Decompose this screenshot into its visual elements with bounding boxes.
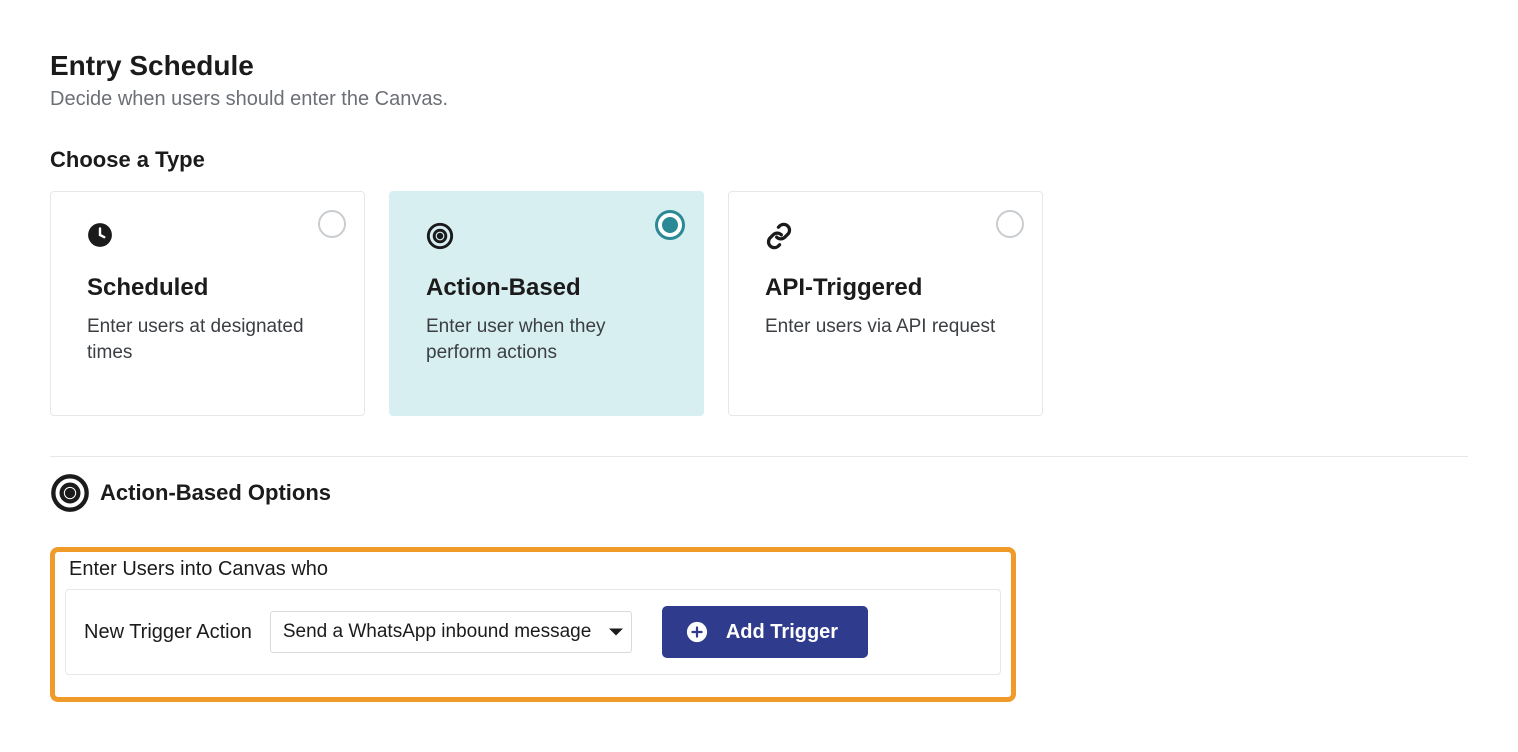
action-based-options-header: Action-Based Options [50, 473, 1468, 513]
type-card-scheduled[interactable]: Scheduled Enter users at designated time… [50, 191, 365, 416]
card-title-action-based: Action-Based [426, 274, 667, 302]
entry-schedule-title: Entry Schedule [50, 50, 1468, 82]
plus-circle-icon [686, 621, 708, 643]
radio-scheduled[interactable] [318, 210, 346, 238]
target-icon [50, 473, 90, 513]
type-cards: Scheduled Enter users at designated time… [50, 191, 1468, 416]
type-card-action-based[interactable]: Action-Based Enter user when they perfor… [389, 191, 704, 416]
link-icon [765, 222, 1006, 252]
card-desc-action-based: Enter user when they perform actions [426, 314, 667, 365]
new-trigger-action-label: New Trigger Action [84, 621, 252, 644]
clock-icon [87, 222, 328, 252]
chevron-down-icon [609, 629, 623, 636]
trigger-action-select[interactable]: Send a WhatsApp inbound message [270, 611, 632, 653]
target-icon [426, 222, 667, 252]
trigger-row: New Trigger Action Send a WhatsApp inbou… [65, 589, 1001, 675]
divider [50, 456, 1468, 457]
radio-action-based[interactable] [655, 210, 685, 240]
trigger-action-select-value: Send a WhatsApp inbound message [283, 621, 591, 643]
entry-schedule-subtitle: Decide when users should enter the Canva… [50, 88, 1468, 111]
card-desc-api-triggered: Enter users via API request [765, 314, 1006, 340]
card-desc-scheduled: Enter users at designated times [87, 314, 328, 365]
type-card-api-triggered[interactable]: API-Triggered Enter users via API reques… [728, 191, 1043, 416]
card-title-scheduled: Scheduled [87, 274, 328, 302]
choose-type-label: Choose a Type [50, 147, 1468, 173]
add-trigger-button-label: Add Trigger [726, 621, 838, 644]
add-trigger-button[interactable]: Add Trigger [662, 606, 868, 658]
radio-api-triggered[interactable] [996, 210, 1024, 238]
action-based-options-title: Action-Based Options [100, 480, 331, 506]
enter-users-label: Enter Users into Canvas who [69, 558, 1001, 581]
highlighted-trigger-area: Enter Users into Canvas who New Trigger … [50, 547, 1016, 702]
card-title-api-triggered: API-Triggered [765, 274, 1006, 302]
